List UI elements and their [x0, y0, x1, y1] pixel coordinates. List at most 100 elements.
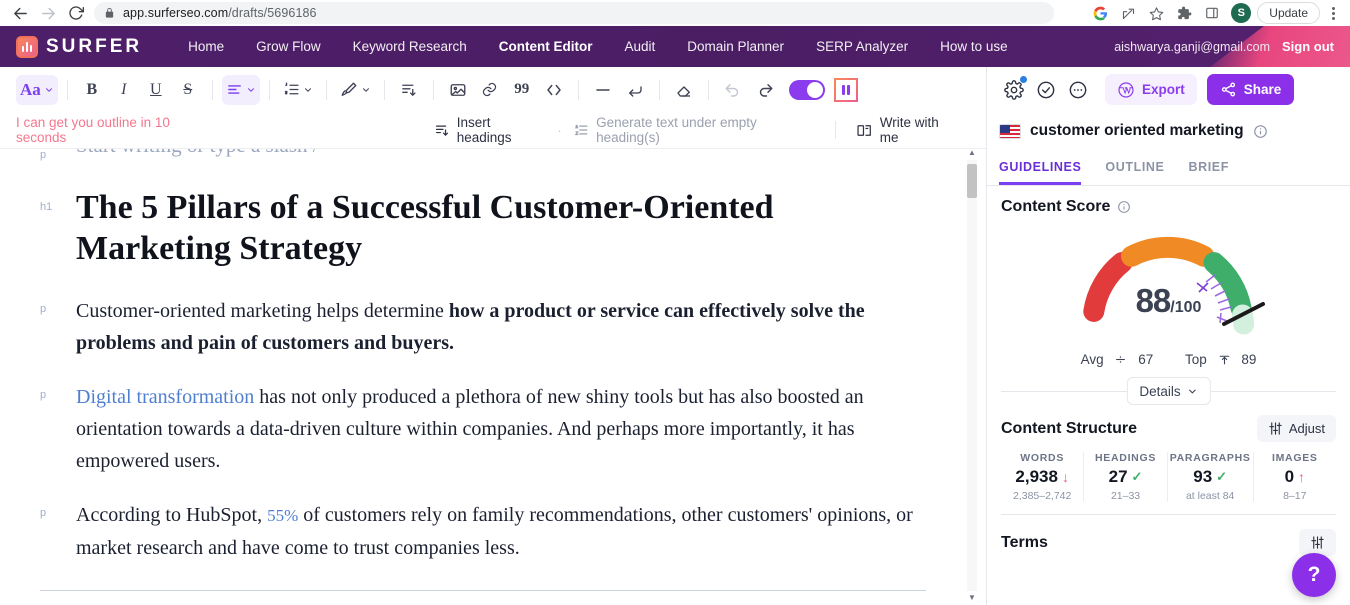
editor-block-h1[interactable]: h1 The 5 Pillars of a Successful Custome…	[40, 187, 926, 269]
document-body[interactable]: p Start writing or type a slash / h1 The…	[0, 149, 986, 591]
info-icon[interactable]	[1253, 124, 1268, 139]
nav-item-serp-analyzer[interactable]: SERP Analyzer	[800, 39, 924, 54]
undo-button[interactable]	[718, 75, 748, 105]
redo-button[interactable]	[750, 75, 780, 105]
nav-item-how-to-use[interactable]: How to use	[924, 39, 1024, 54]
check-circle-icon[interactable]	[1031, 75, 1061, 105]
browser-actions: S Update	[1087, 1, 1344, 25]
toolbar-divider	[66, 79, 68, 100]
more-horizontal-icon[interactable]	[1063, 75, 1093, 105]
url-text: app.surferseo.com/drafts/5696186	[123, 6, 317, 20]
top-arrow-icon	[1219, 355, 1229, 365]
nav-item-grow-flow[interactable]: Grow Flow	[240, 39, 337, 54]
adjust-terms-button[interactable]	[1299, 529, 1336, 556]
insert-headings-button[interactable]: Insert headings	[422, 115, 557, 145]
update-button[interactable]: Update	[1257, 2, 1320, 24]
panel-action-bar: Export Share	[987, 67, 1350, 112]
three-dot-menu-icon[interactable]	[1322, 1, 1344, 25]
address-bar[interactable]: app.surferseo.com/drafts/5696186	[94, 2, 1054, 24]
scrollbar-track[interactable]	[967, 160, 977, 591]
nav-item-home[interactable]: Home	[172, 39, 240, 54]
hubspot-stat-link[interactable]: 55%	[267, 506, 298, 525]
format-brush-dropdown[interactable]	[336, 75, 375, 105]
editor-toolbar: Aa B I U S 99	[0, 67, 986, 112]
sort-lines-icon	[402, 84, 416, 97]
puzzle-icon[interactable]	[1171, 1, 1197, 25]
block-gutter-label: p	[40, 507, 47, 519]
scroll-up-arrow-icon[interactable]: ▲	[968, 148, 976, 158]
google-icon[interactable]	[1087, 1, 1113, 25]
page-break-button[interactable]	[620, 75, 650, 105]
scrollbar-thumb[interactable]	[967, 164, 977, 198]
stat-range: 8–17	[1283, 490, 1307, 502]
editor-block-paragraph[interactable]: p Digital transformation has not only pr…	[40, 381, 926, 477]
toolbar-divider	[268, 79, 270, 100]
editor-scrollbar[interactable]: ▲ ▼	[966, 148, 978, 603]
undo-icon	[725, 83, 738, 97]
stat-value: 93	[1193, 467, 1213, 486]
stat-headings[interactable]: HEADINGS 27 ✓ 21–33	[1084, 452, 1168, 502]
blockquote-button[interactable]: 99	[507, 75, 537, 105]
insert-link-button[interactable]	[475, 75, 505, 105]
strikethrough-button[interactable]: S	[173, 75, 203, 105]
content-score-title: Content Score	[1001, 198, 1111, 215]
digital-transformation-link[interactable]: Digital transformation	[76, 386, 254, 408]
ordered-list-dropdown[interactable]	[279, 75, 317, 105]
preview-toggle[interactable]	[788, 79, 825, 100]
surfer-logo[interactable]: SURFER	[16, 35, 143, 58]
info-icon[interactable]	[1117, 200, 1131, 214]
nav-item-audit[interactable]: Audit	[608, 39, 671, 54]
italic-button[interactable]: I	[109, 75, 139, 105]
side-panel-icon[interactable]	[1199, 1, 1225, 25]
tab-brief[interactable]: BRIEF	[1188, 160, 1229, 185]
reload-icon[interactable]	[62, 1, 90, 25]
stat-value-row: 0 ↑	[1256, 467, 1334, 487]
horizontal-rule-button[interactable]	[588, 75, 618, 105]
stat-paragraphs[interactable]: PARAGRAPHS 93 ✓ at least 84	[1168, 452, 1254, 502]
nav-item-keyword-research[interactable]: Keyword Research	[337, 39, 483, 54]
document-scroll-area[interactable]: p Start writing or type a slash / h1 The…	[0, 148, 986, 605]
keyword-header: customer oriented marketing	[987, 112, 1350, 150]
indent-button[interactable]	[394, 75, 424, 105]
bold-button[interactable]: B	[77, 75, 107, 105]
details-button[interactable]: Details	[1126, 377, 1211, 405]
surfer-logo-text: SURFER	[46, 35, 143, 57]
share-button[interactable]: Share	[1206, 74, 1295, 105]
editor-block-paragraph[interactable]: p Customer-oriented marketing helps dete…	[40, 295, 926, 359]
forward-arrow-icon[interactable]	[34, 1, 62, 25]
code-block-button[interactable]	[539, 75, 569, 105]
font-style-dropdown[interactable]: Aa	[16, 74, 58, 105]
insert-image-button[interactable]	[443, 75, 473, 105]
clear-format-button[interactable]	[669, 75, 699, 105]
content-score-gauge: 88/100	[1001, 220, 1336, 350]
export-button[interactable]: Export	[1105, 74, 1197, 105]
write-with-me-button[interactable]: Write with me	[844, 115, 970, 145]
adjust-structure-button[interactable]: Adjust	[1256, 415, 1336, 442]
gear-icon[interactable]	[999, 74, 1029, 105]
toolbar-divider	[707, 79, 709, 100]
nav-item-domain-planner[interactable]: Domain Planner	[671, 39, 800, 54]
stat-images[interactable]: IMAGES 0 ↑ 8–17	[1254, 452, 1336, 502]
tab-outline[interactable]: OUTLINE	[1105, 160, 1164, 185]
generate-text-button[interactable]: Generate text under empty heading(s)	[562, 115, 828, 145]
stat-words[interactable]: WORDS 2,938 ↓ 2,385–2,742	[1001, 452, 1085, 502]
align-dropdown[interactable]	[221, 74, 260, 105]
sign-out-button[interactable]: Sign out	[1282, 39, 1334, 54]
surfer-ai-button[interactable]	[833, 77, 858, 102]
scroll-down-arrow-icon[interactable]: ▼	[968, 593, 976, 603]
nav-item-content-editor[interactable]: Content Editor	[483, 39, 609, 54]
avatar[interactable]: S	[1231, 3, 1252, 23]
help-button[interactable]: ?	[1292, 553, 1336, 597]
stat-value-row: 93 ✓	[1170, 467, 1251, 487]
back-arrow-icon[interactable]	[6, 1, 34, 25]
underline-button[interactable]: U	[141, 75, 171, 105]
share-icon[interactable]	[1115, 1, 1141, 25]
details-label: Details	[1139, 383, 1181, 399]
toolbar-divider	[577, 79, 579, 100]
chevron-down-icon	[247, 87, 254, 92]
editor-block-placeholder[interactable]: p Start writing or type a slash /	[40, 149, 926, 165]
tab-guidelines[interactable]: GUIDELINES	[999, 160, 1082, 185]
editor-block-paragraph[interactable]: p According to HubSpot, 55% of customers…	[40, 499, 926, 564]
app-body: Aa B I U S 99 I can get you outline in 1…	[0, 67, 1350, 605]
star-icon[interactable]	[1143, 1, 1169, 25]
